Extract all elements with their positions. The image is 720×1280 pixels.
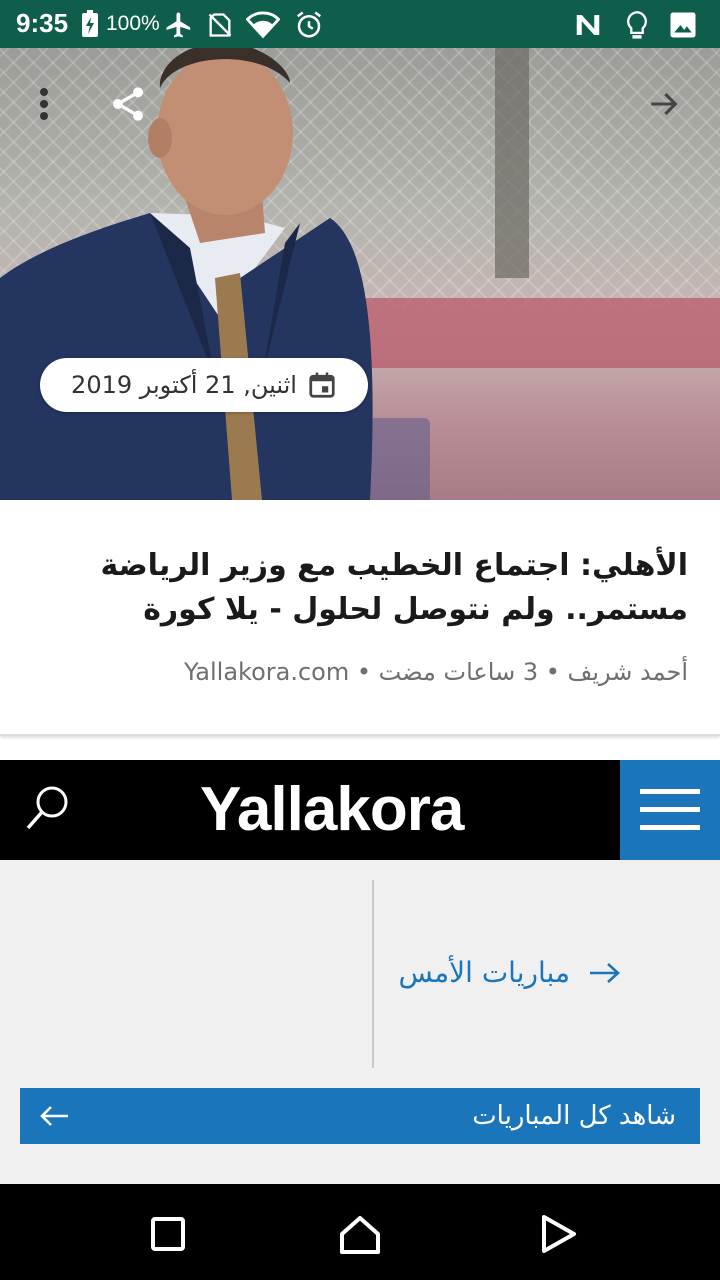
recents-button[interactable] <box>146 1212 190 1256</box>
yesterday-matches-label: مباريات الأمس <box>398 956 570 989</box>
article-meta: أحمد شريف • 3 ساعات مضت • Yallakora.com <box>183 658 688 686</box>
status-time: 9:35 <box>16 8 69 38</box>
site-search-button[interactable] <box>20 780 80 840</box>
embedded-site: Yallakora مباريات الأمس شاهد كل المباريا… <box>0 760 720 1184</box>
back-button[interactable] <box>536 1212 580 1256</box>
share-icon <box>113 87 143 121</box>
wifi-icon <box>245 10 281 44</box>
article-hero-image: اثنين, 21 أكتوبر 2019 <box>0 48 720 500</box>
forward-button[interactable] <box>642 84 686 124</box>
bulb-icon <box>624 10 650 46</box>
article-headline[interactable]: الأهلي: اجتماع الخطيب مع وزير الرياضة مس… <box>48 544 689 632</box>
airplane-mode-icon <box>164 10 194 44</box>
share-button[interactable] <box>106 82 150 126</box>
home-button[interactable] <box>338 1212 382 1256</box>
no-sim-icon <box>206 10 234 44</box>
recents-icon <box>151 1217 185 1251</box>
watch-all-matches-label: شاهد كل المباريات <box>472 1101 676 1131</box>
battery-percent: 100% <box>106 12 160 35</box>
search-icon <box>26 786 68 830</box>
left-arrow-icon <box>40 1106 68 1126</box>
article-card[interactable]: الأهلي: اجتماع الخطيب مع وزير الرياضة مس… <box>0 500 720 736</box>
hamburger-menu-icon <box>640 789 700 830</box>
watch-all-matches-button[interactable]: شاهد كل المباريات <box>20 1088 700 1144</box>
site-menu-button[interactable] <box>620 760 720 860</box>
navigation-bar <box>0 1184 720 1280</box>
more-options-button[interactable] <box>28 86 60 122</box>
battery-charging-icon <box>80 10 100 42</box>
site-logo[interactable]: Yallakora <box>200 774 464 845</box>
column-divider <box>372 880 374 1068</box>
more-options-icon <box>40 88 48 120</box>
right-arrow-icon <box>590 962 620 983</box>
article-date: اثنين, 21 أكتوبر 2019 <box>71 371 297 399</box>
home-icon <box>340 1216 380 1254</box>
alarm-icon <box>294 10 324 44</box>
date-pill: اثنين, 21 أكتوبر 2019 <box>40 358 368 412</box>
calendar-icon <box>309 372 335 398</box>
back-icon <box>542 1215 576 1253</box>
site-header: Yallakora <box>0 760 720 860</box>
yesterday-matches-link[interactable]: مباريات الأمس <box>398 956 622 989</box>
news-app-icon <box>572 10 604 44</box>
status-bar: 9:35 100% <box>0 0 720 48</box>
image-icon <box>668 10 698 44</box>
forward-arrow-icon <box>651 92 678 116</box>
